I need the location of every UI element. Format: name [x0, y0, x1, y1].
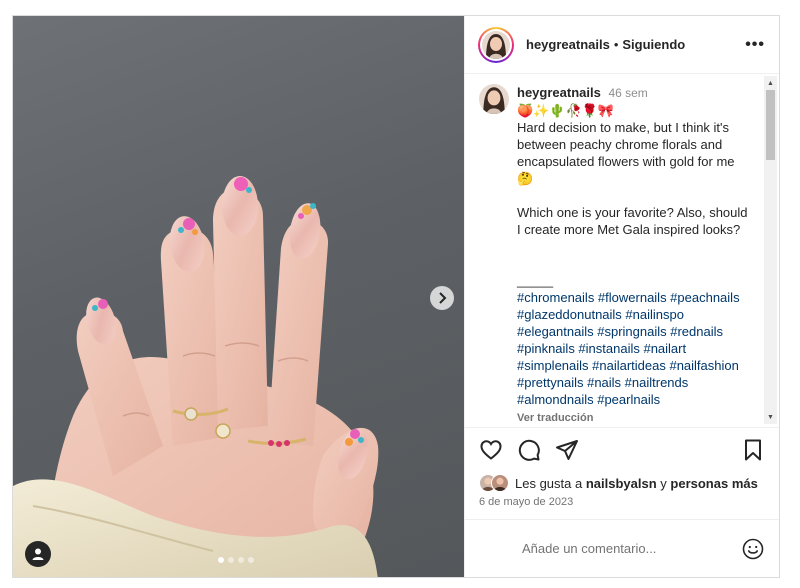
carousel-dot	[248, 557, 254, 563]
action-bar	[465, 427, 779, 472]
caption-timestamp[interactable]: 46 sem	[608, 86, 647, 100]
emoji-icon[interactable]	[741, 537, 765, 561]
bookmark-icon[interactable]	[741, 438, 765, 462]
caption-hashtags[interactable]: #chromenails #flowernails #peachnails #g…	[517, 289, 753, 408]
caption-emojis: 🍑✨🌵🥀🌹🎀	[517, 103, 615, 118]
comment-input[interactable]: Añade un comentario...	[479, 541, 741, 556]
scroll-down-icon[interactable]: ▼	[764, 410, 777, 424]
avatar	[491, 474, 509, 492]
carousel-dot	[218, 557, 224, 563]
carousel-indicator	[218, 557, 254, 563]
more-options-button[interactable]: •••	[745, 36, 765, 54]
scroll-up-icon[interactable]: ▲	[764, 76, 777, 90]
liker-username[interactable]: nailsbyalsn	[586, 476, 657, 491]
chevron-right-icon	[439, 292, 447, 304]
avatar	[482, 30, 510, 59]
comments-section[interactable]: heygreatnails 46 sem 🍑✨🌵🥀🌹🎀 Hard decisio…	[465, 74, 779, 427]
separator: •	[613, 37, 619, 52]
user-tags-button[interactable]	[25, 541, 51, 567]
carousel-dot	[228, 557, 234, 563]
send-icon[interactable]	[555, 438, 579, 462]
likes-summary: Les gusta a nailsbyalsn y personas más	[465, 472, 779, 494]
author-username[interactable]: heygreatnails	[526, 37, 610, 52]
caption-username[interactable]: heygreatnails	[517, 85, 601, 100]
liker-avatars[interactable]	[479, 474, 509, 492]
next-slide-button[interactable]	[430, 286, 454, 310]
scrollbar[interactable]: ▲ ▼	[764, 76, 777, 424]
other-likers-link[interactable]: personas más	[670, 476, 757, 491]
avatar[interactable]	[479, 84, 509, 114]
scrollbar-thumb[interactable]	[766, 90, 775, 160]
post-modal: heygreatnails • Siguiendo ••• heygreatna…	[12, 15, 780, 578]
see-translation-link[interactable]: Ver traducción	[517, 410, 753, 427]
likes-prefix: Les gusta a	[515, 475, 583, 491]
post-caption: heygreatnails 46 sem 🍑✨🌵🥀🌹🎀 Hard decisio…	[479, 84, 753, 427]
add-comment-bar: Añade un comentario...	[465, 519, 779, 577]
heart-icon[interactable]	[479, 438, 503, 462]
likes-conjunction: y	[660, 475, 667, 491]
carousel-dot	[238, 557, 244, 563]
post-date[interactable]: 6 de mayo de 2023	[465, 494, 779, 512]
story-ring[interactable]	[478, 26, 514, 63]
comment-icon[interactable]	[517, 438, 541, 462]
caption-text: Hard decision to make, but I think it's …	[517, 120, 748, 288]
post-media[interactable]	[13, 16, 464, 577]
following-button[interactable]: Siguiendo	[622, 37, 685, 52]
post-header: heygreatnails • Siguiendo •••	[465, 16, 779, 74]
post-side-panel: heygreatnails • Siguiendo ••• heygreatna…	[464, 16, 779, 577]
nail-photo	[13, 176, 379, 577]
user-tag-icon	[32, 548, 44, 560]
